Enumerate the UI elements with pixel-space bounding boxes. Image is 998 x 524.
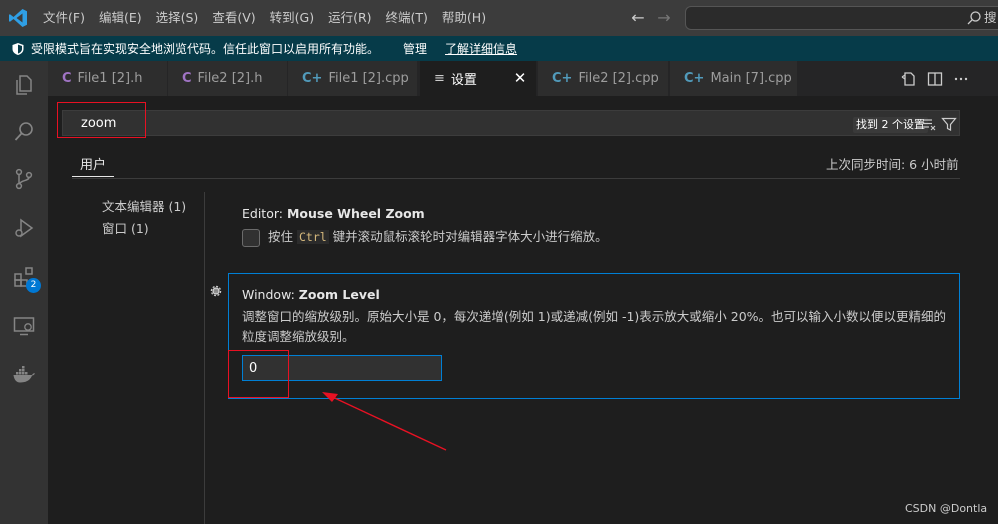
c-header-file-icon: C: [182, 71, 192, 86]
tab-file1-h[interactable]: C File1 [2].h: [48, 61, 168, 96]
tab-main-cpp[interactable]: C+ Main [7].cpp: [670, 61, 798, 96]
setting-name: Zoom Level: [298, 287, 380, 302]
menu-bar: 文件(F) 编辑(E) 选择(S) 查看(V) 转到(G) 运行(R) 终端(T…: [36, 0, 493, 36]
menu-help[interactable]: 帮助(H): [435, 0, 493, 36]
vscode-logo-icon: [9, 9, 27, 27]
gear-icon[interactable]: [208, 283, 224, 299]
banner-message: 受限模式旨在实现安全地浏览代码。信任此窗口以启用所有功能。: [31, 42, 380, 56]
annotation-box-search: [57, 102, 146, 138]
explorer-icon[interactable]: [12, 73, 36, 97]
clear-filter-icon[interactable]: [921, 116, 937, 132]
tab-file2-cpp[interactable]: C+ File2 [2].cpp: [538, 61, 669, 96]
remote-explorer-icon[interactable]: [12, 314, 36, 338]
tab-label: File2 [2].cpp: [578, 71, 659, 86]
settings-toc: 文本编辑器 (1) 窗口 (1): [102, 196, 186, 240]
setting-category: Editor:: [242, 206, 287, 221]
tab-file1-cpp[interactable]: C+ File1 [2].cpp: [288, 61, 418, 96]
filter-icon[interactable]: [941, 116, 957, 132]
menu-go[interactable]: 转到(G): [263, 0, 321, 36]
title-bar: 文件(F) 编辑(E) 选择(S) 查看(V) 转到(G) 运行(R) 终端(T…: [0, 0, 998, 36]
menu-view[interactable]: 查看(V): [205, 0, 262, 36]
setting-description: 按住 Ctrl 键并滚动鼠标滚轮时对编辑器字体大小进行缩放。: [242, 227, 974, 247]
extensions-badge: 2: [26, 278, 41, 293]
desc-text: 按住: [268, 229, 297, 244]
split-editor-icon[interactable]: [926, 70, 944, 88]
setting-zoom-level: Window: Zoom Level 调整窗口的缩放级别。原始大小是 0，每次递…: [228, 273, 960, 399]
back-arrow-icon[interactable]: ←: [628, 8, 648, 28]
sync-status: 上次同步时间: 6 小时前: [826, 157, 959, 172]
command-center-label: 搜: [984, 10, 997, 25]
settings-editor: zoom 找到 2 个设置 用户 上次同步时间: 6 小时前 文本编辑器 (1)…: [48, 96, 998, 524]
activity-bar: 2: [0, 61, 48, 524]
toc-item-window[interactable]: 窗口 (1): [102, 218, 186, 240]
menu-run[interactable]: 运行(R): [321, 0, 378, 36]
mouse-wheel-zoom-checkbox[interactable]: [242, 228, 260, 247]
settings-list-icon: ≡: [434, 71, 445, 86]
result-count-badge: 找到 2 个设置: [853, 117, 928, 133]
tab-file2-h[interactable]: C File2 [2].h: [168, 61, 288, 96]
banner-manage-link[interactable]: 管理: [403, 40, 427, 57]
watermark: CSDN @Dontla: [905, 502, 988, 515]
annotation-arrow-icon: [322, 392, 447, 451]
menu-terminal[interactable]: 终端(T): [379, 0, 435, 36]
close-icon[interactable]: ✕: [512, 70, 528, 86]
tab-user-scope[interactable]: 用户: [80, 154, 106, 173]
setting-description: 调整窗口的缩放级别。原始大小是 0，每次递增(例如 1)或递减(例如 -1)表示…: [242, 309, 947, 344]
setting-category: Window:: [242, 287, 299, 302]
source-control-icon[interactable]: [12, 167, 36, 191]
settings-search-input[interactable]: zoom 找到 2 个设置: [62, 110, 960, 136]
cpp-file-icon: C+: [302, 71, 323, 86]
c-header-file-icon: C: [62, 71, 72, 86]
run-debug-icon[interactable]: [12, 216, 36, 240]
annotation-box-input: [228, 350, 289, 398]
menu-selection[interactable]: 选择(S): [149, 0, 206, 36]
setting-title: Editor: Mouse Wheel Zoom: [242, 206, 974, 221]
keybinding-code: Ctrl: [296, 230, 329, 244]
restricted-mode-banner: 受限模式旨在实现安全地浏览代码。信任此窗口以启用所有功能。 管理 了解详细信息: [0, 36, 998, 61]
docker-icon[interactable]: [12, 363, 36, 387]
forward-arrow-icon[interactable]: →: [654, 8, 674, 28]
command-center[interactable]: [685, 6, 998, 30]
open-settings-json-icon[interactable]: [900, 70, 918, 88]
search-icon[interactable]: [12, 120, 36, 144]
setting-mouse-wheel-zoom: Editor: Mouse Wheel Zoom 按住 Ctrl 键并滚动鼠标滚…: [242, 206, 974, 247]
toc-divider: [204, 192, 205, 524]
toc-item-text-editor[interactable]: 文本编辑器 (1): [102, 196, 186, 218]
more-actions-icon[interactable]: [952, 70, 970, 88]
scope-divider: [72, 178, 960, 179]
menu-edit[interactable]: 编辑(E): [92, 0, 149, 36]
menu-file[interactable]: 文件(F): [36, 0, 92, 36]
active-scope-indicator: [72, 176, 114, 177]
tab-label: File1 [2].cpp: [328, 71, 409, 86]
setting-title: Window: Zoom Level: [242, 287, 380, 302]
tab-label: 设置: [450, 73, 477, 88]
tab-bar: C File1 [2].h C File2 [2].h C+ File1 [2]…: [48, 61, 998, 96]
setting-name: Mouse Wheel Zoom: [286, 206, 425, 221]
shield-icon: [12, 42, 24, 55]
cpp-file-icon: C+: [552, 71, 573, 86]
banner-learn-more-link[interactable]: 了解详细信息: [445, 40, 517, 57]
tab-settings[interactable]: ≡ 设置 ✕: [420, 61, 537, 96]
desc-text: 键并滚动鼠标滚轮时对编辑器字体大小进行缩放。: [328, 229, 608, 244]
cpp-file-icon: C+: [684, 71, 705, 86]
search-icon: [967, 11, 981, 25]
tab-label: File2 [2].h: [197, 71, 263, 86]
tab-label: Main [7].cpp: [710, 71, 792, 86]
tab-label: File1 [2].h: [77, 71, 143, 86]
